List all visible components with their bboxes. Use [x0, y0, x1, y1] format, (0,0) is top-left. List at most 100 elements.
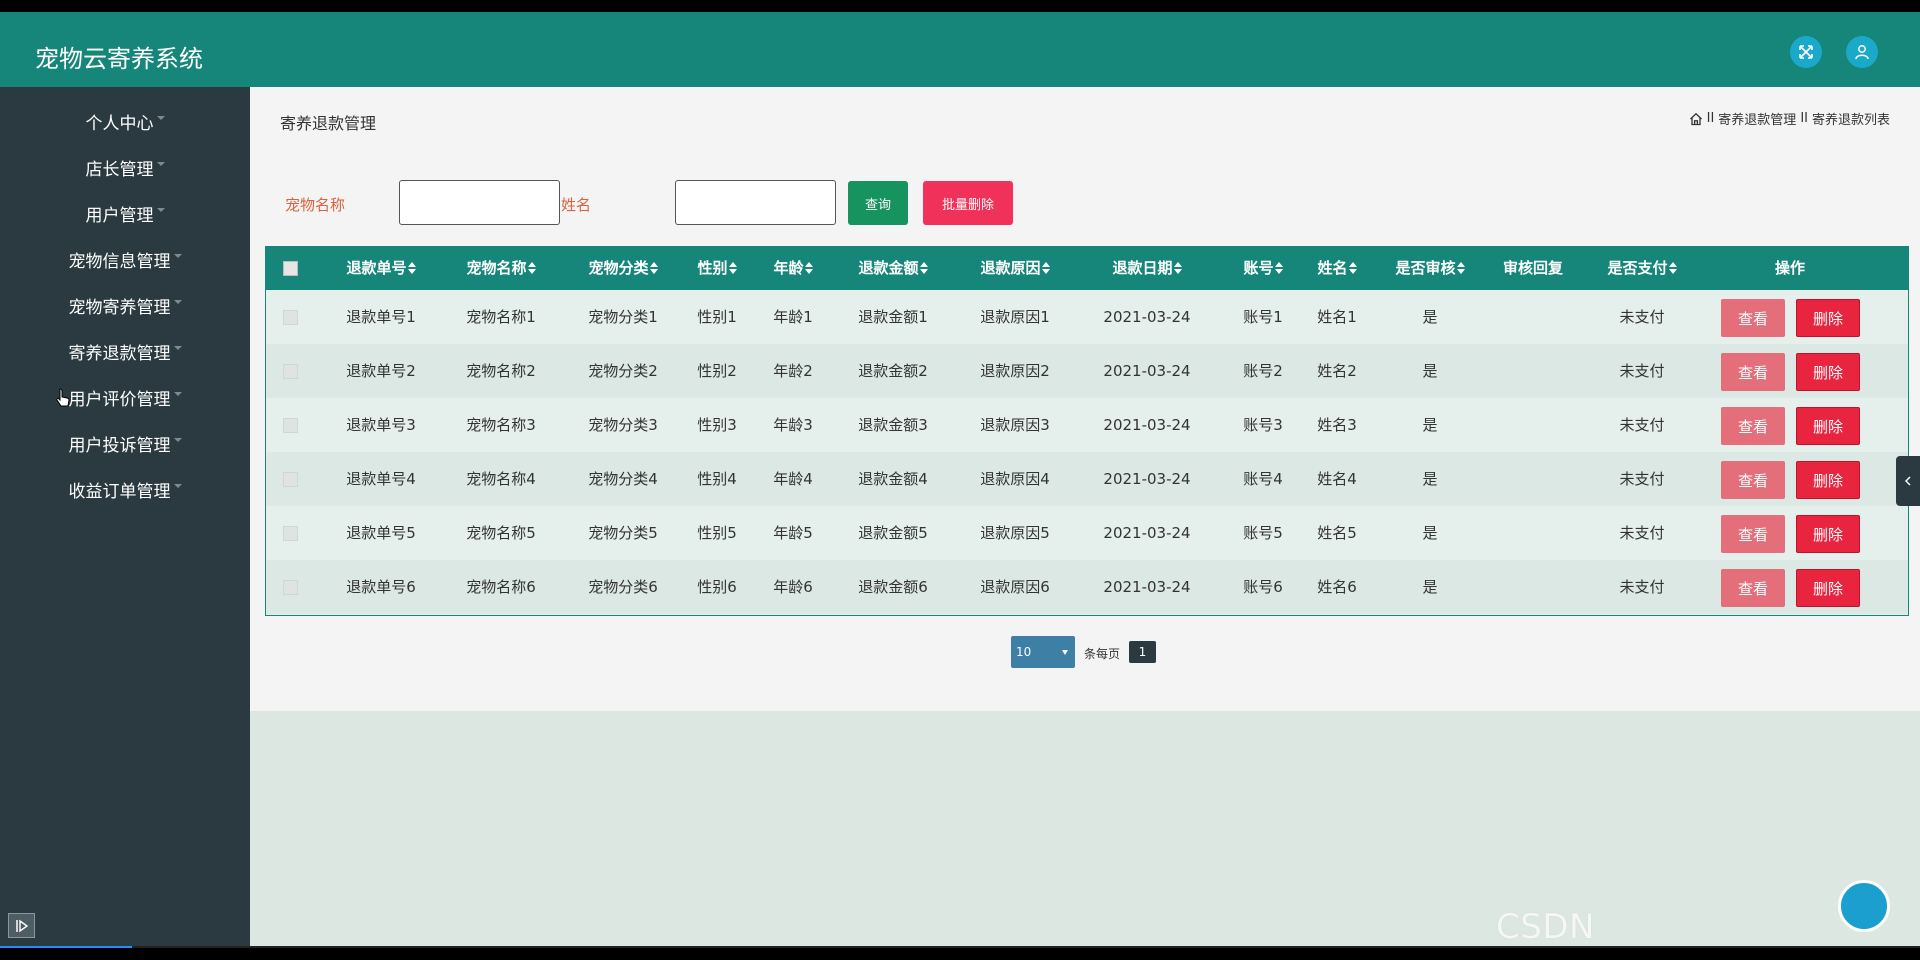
- cell-gender: 性别4: [697, 470, 737, 488]
- fullscreen-button[interactable]: [1790, 36, 1822, 68]
- user-icon: [1855, 45, 1869, 60]
- sort-icon: [728, 262, 737, 274]
- column-header-paid[interactable]: 是否支付: [1587, 247, 1697, 290]
- view-button[interactable]: 查看: [1721, 353, 1785, 391]
- breadcrumb: II 寄养退款管理 II 寄养退款列表: [1689, 109, 1890, 128]
- sidebar-item-pet-info[interactable]: 宠物信息管理: [0, 239, 250, 279]
- column-header-account[interactable]: 账号: [1228, 247, 1298, 290]
- page-title: 寄养退款管理: [280, 114, 377, 133]
- column-header-age[interactable]: 年龄: [758, 247, 828, 290]
- sidebar-item-user-complaints[interactable]: 用户投诉管理: [0, 423, 250, 463]
- sort-icon: [804, 262, 813, 274]
- sidebar-item-user-reviews[interactable]: 用户评价管理: [0, 377, 250, 417]
- sidebar-item-label: 宠物信息管理: [68, 251, 171, 272]
- sidebar: 个人中心 店长管理 用户管理 宠物信息管理 宠物寄养管理 寄养退款管理 用户评价…: [0, 87, 250, 948]
- column-header-reviewed[interactable]: 是否审核: [1375, 247, 1485, 290]
- cell-pet-category: 宠物分类1: [588, 308, 658, 326]
- cell-refund-reason: 退款原因1: [980, 308, 1050, 326]
- column-header-pet-category[interactable]: 宠物分类: [568, 247, 678, 290]
- cell-account: 账号6: [1243, 578, 1283, 596]
- select-all-checkbox[interactable]: [283, 261, 298, 276]
- cell-name: 姓名4: [1317, 470, 1357, 488]
- page-number-button[interactable]: 1: [1129, 641, 1156, 663]
- sidebar-item-users[interactable]: 用户管理: [0, 193, 250, 233]
- view-button[interactable]: 查看: [1721, 461, 1785, 499]
- expand-icon: [1799, 45, 1813, 59]
- batch-delete-button[interactable]: 批量删除: [923, 181, 1013, 225]
- page-size-select[interactable]: 10: [1011, 636, 1075, 668]
- sidebar-item-label: 寄养退款管理: [68, 343, 171, 364]
- name-input[interactable]: [675, 180, 836, 225]
- cell-name: 姓名1: [1317, 308, 1357, 326]
- sidebar-item-personal-center[interactable]: 个人中心: [0, 101, 250, 141]
- view-button[interactable]: 查看: [1721, 515, 1785, 553]
- cell-pet-name: 宠物名称4: [466, 470, 536, 488]
- sort-icon: [1456, 262, 1465, 274]
- caret-down-icon: [173, 254, 182, 258]
- column-header-name[interactable]: 姓名: [1302, 247, 1372, 290]
- cell-refund-reason: 退款原因6: [980, 578, 1050, 596]
- sidebar-item-revenue-orders[interactable]: 收益订单管理: [0, 469, 250, 509]
- column-header-refund-reason[interactable]: 退款原因: [960, 247, 1070, 290]
- cell-paid: 未支付: [1619, 578, 1665, 596]
- cell-pet-name: 宠物名称1: [466, 308, 536, 326]
- sidebar-item-label: 店长管理: [85, 159, 154, 180]
- cell-account: 账号5: [1243, 524, 1283, 542]
- video-progress-bar[interactable]: [0, 946, 1920, 948]
- row-checkbox[interactable]: [283, 472, 298, 487]
- column-header-refund-date[interactable]: 退款日期: [1092, 247, 1202, 290]
- delete-button[interactable]: 删除: [1796, 569, 1860, 607]
- name-label: 姓名: [561, 196, 592, 214]
- sidebar-item-manager[interactable]: 店长管理: [0, 147, 250, 187]
- view-button[interactable]: 查看: [1721, 569, 1785, 607]
- delete-button[interactable]: 删除: [1796, 353, 1860, 391]
- sort-icon: [1173, 262, 1182, 274]
- cell-age: 年龄5: [773, 524, 813, 542]
- breadcrumb-item-refund-management[interactable]: 寄养退款管理: [1718, 109, 1796, 128]
- cell-reviewed: 是: [1422, 308, 1438, 326]
- sidebar-item-label: 宠物寄养管理: [68, 297, 171, 318]
- cell-refund-amount: 退款金额3: [858, 416, 928, 434]
- cell-account: 账号4: [1243, 470, 1283, 488]
- home-icon[interactable]: [1689, 112, 1703, 126]
- cell-refund-no: 退款单号5: [346, 524, 416, 542]
- cell-paid: 未支付: [1619, 524, 1665, 542]
- cell-refund-amount: 退款金额5: [858, 524, 928, 542]
- row-checkbox[interactable]: [283, 580, 298, 595]
- breadcrumb-item-refund-list: 寄养退款列表: [1811, 113, 1890, 128]
- sidebar-item-boarding-refund[interactable]: 寄养退款管理: [0, 331, 250, 371]
- column-header-refund-no[interactable]: 退款单号: [326, 247, 436, 290]
- sidebar-collapse-button[interactable]: [8, 913, 35, 938]
- column-header-refund-amount[interactable]: 退款金额: [838, 247, 948, 290]
- cell-review-reply: [1483, 344, 1583, 398]
- table-row: 退款单号1 宠物名称1 宠物分类1 性别1 年龄1 退款金额1 退款原因1 2021-03-2…: [266, 290, 1908, 344]
- view-button[interactable]: 查看: [1721, 299, 1785, 337]
- query-button[interactable]: 查询: [848, 181, 908, 225]
- cell-refund-date: 2021-03-24: [1103, 308, 1191, 326]
- cell-refund-reason: 退款原因3: [980, 416, 1050, 434]
- row-checkbox[interactable]: [283, 418, 298, 433]
- delete-button[interactable]: 删除: [1796, 461, 1860, 499]
- table-row: 退款单号5 宠物名称5 宠物分类5 性别5 年龄5 退款金额5 退款原因5 2021-03-2…: [266, 506, 1908, 560]
- cell-account: 账号2: [1243, 362, 1283, 380]
- delete-button[interactable]: 删除: [1796, 407, 1860, 445]
- delete-button[interactable]: 删除: [1796, 299, 1860, 337]
- sidebar-item-pet-boarding[interactable]: 宠物寄养管理: [0, 285, 250, 325]
- column-header-pet-name[interactable]: 宠物名称: [446, 247, 556, 290]
- cell-refund-no: 退款单号2: [346, 362, 416, 380]
- user-button[interactable]: [1846, 36, 1878, 68]
- cell-refund-date: 2021-03-24: [1103, 470, 1191, 488]
- view-button[interactable]: 查看: [1721, 407, 1785, 445]
- cell-refund-reason: 退款原因4: [980, 470, 1050, 488]
- column-header-gender[interactable]: 性别: [682, 247, 752, 290]
- row-checkbox[interactable]: [283, 364, 298, 379]
- cell-refund-amount: 退款金额6: [858, 578, 928, 596]
- cell-account: 账号1: [1243, 308, 1283, 326]
- delete-button[interactable]: 删除: [1796, 515, 1860, 553]
- row-checkbox[interactable]: [283, 310, 298, 325]
- sidebar-item-label: 用户评价管理: [68, 389, 171, 410]
- pet-name-input[interactable]: [399, 180, 560, 225]
- row-checkbox[interactable]: [283, 526, 298, 541]
- right-panel-toggle[interactable]: [1896, 456, 1920, 506]
- pet-name-label: 宠物名称: [285, 196, 346, 214]
